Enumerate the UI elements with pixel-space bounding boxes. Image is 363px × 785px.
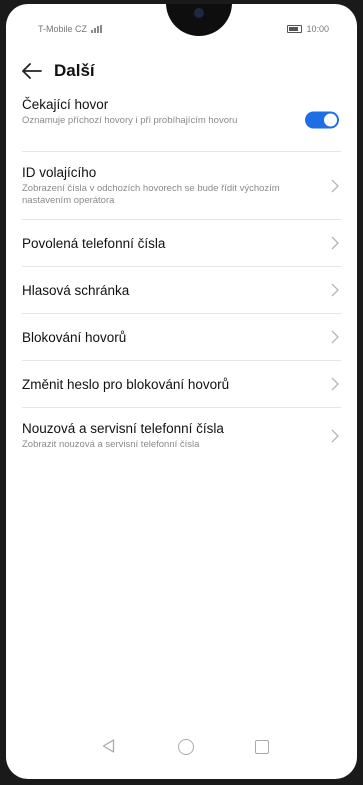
setting-emergency-numbers[interactable]: Nouzová a servisní telefonní čísla Zobra… xyxy=(22,408,341,464)
setting-subtitle: Zobrazení čísla v odchozích hovorech se … xyxy=(22,183,280,206)
page-title: Další xyxy=(54,61,95,80)
setting-title: Hlasová schránka xyxy=(22,282,130,298)
chevron-right-icon xyxy=(331,330,339,344)
setting-title: Změnit heslo pro blokování hovorů xyxy=(22,376,230,392)
clock: 10:00 xyxy=(306,24,329,34)
setting-caller-id[interactable]: ID volajícího Zobrazení čísla v odchozíc… xyxy=(22,152,341,220)
circle-home-icon[interactable] xyxy=(178,739,194,755)
setting-subtitle: Oznamuje příchozí hovory i při probíhají… xyxy=(22,115,238,126)
carrier-block: T-Mobile CZ xyxy=(38,24,103,34)
call-waiting-toggle[interactable] xyxy=(305,111,339,128)
setting-voicemail[interactable]: Hlasová schránka xyxy=(22,267,341,314)
setting-title: Povolená telefonní čísla xyxy=(22,235,166,251)
triangle-back-icon[interactable] xyxy=(102,739,115,753)
setting-call-barring[interactable]: Blokování hovorů xyxy=(22,314,341,361)
setting-title: Nouzová a servisní telefonní čísla xyxy=(22,421,224,436)
signal-icon xyxy=(91,25,103,33)
app-header: Další xyxy=(6,49,357,93)
setting-change-barring-password[interactable]: Změnit heslo pro blokování hovorů xyxy=(22,361,341,408)
square-recents-icon[interactable] xyxy=(255,740,269,754)
chevron-right-icon xyxy=(331,236,339,250)
phone-screen: T-Mobile CZ 10:00 Další Čekající hovor O… xyxy=(6,4,357,779)
setting-title: ID volajícího xyxy=(22,165,97,180)
status-right: 10:00 xyxy=(287,24,329,34)
setting-subtitle: Zobrazit nouzová a servisní telefonní čí… xyxy=(22,439,200,450)
system-nav-bar xyxy=(6,719,357,779)
status-bar: T-Mobile CZ 10:00 xyxy=(6,4,357,44)
chevron-right-icon xyxy=(331,283,339,297)
chevron-right-icon xyxy=(331,377,339,391)
setting-call-waiting[interactable]: Čekající hovor Oznamuje příchozí hovory … xyxy=(22,88,341,152)
arrow-left-icon[interactable] xyxy=(20,59,44,83)
settings-list: Čekající hovor Oznamuje příchozí hovory … xyxy=(6,88,357,464)
chevron-right-icon xyxy=(331,179,339,192)
setting-fixed-dialing[interactable]: Povolená telefonní čísla xyxy=(22,220,341,267)
carrier-label: T-Mobile CZ xyxy=(38,24,88,34)
chevron-right-icon xyxy=(331,429,339,443)
setting-title: Čekající hovor xyxy=(22,97,109,112)
battery-icon xyxy=(287,25,303,33)
setting-title: Blokování hovorů xyxy=(22,329,127,345)
